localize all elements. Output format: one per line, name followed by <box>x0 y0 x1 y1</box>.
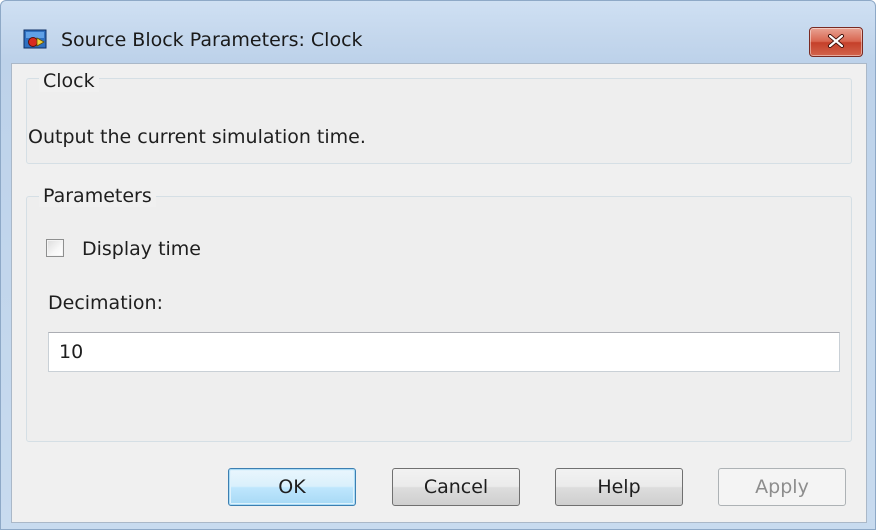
display-time-label[interactable]: Display time <box>82 238 201 260</box>
dialog-window: Source Block Parameters: Clock Clock Out… <box>0 0 876 530</box>
title-bar[interactable]: Source Block Parameters: Clock <box>1 1 875 61</box>
parameters-group <box>26 196 852 442</box>
simulink-block-icon <box>23 29 49 51</box>
help-button[interactable]: Help <box>555 468 683 506</box>
apply-button[interactable]: Apply <box>718 468 846 506</box>
close-icon <box>827 33 845 52</box>
cancel-button[interactable]: Cancel <box>392 468 520 506</box>
description-group <box>26 78 852 164</box>
decimation-label: Decimation: <box>48 292 163 314</box>
display-time-checkbox[interactable] <box>46 239 64 257</box>
window-title: Source Block Parameters: Clock <box>61 29 363 51</box>
parameters-group-legend: Parameters <box>39 185 156 207</box>
close-button[interactable] <box>809 27 863 57</box>
dialog-client-area: Clock Output the current simulation time… <box>11 63 867 523</box>
decimation-input[interactable] <box>48 332 840 372</box>
ok-button[interactable]: OK <box>228 468 356 506</box>
block-description: Output the current simulation time. <box>28 126 366 148</box>
description-group-legend: Clock <box>39 70 99 92</box>
